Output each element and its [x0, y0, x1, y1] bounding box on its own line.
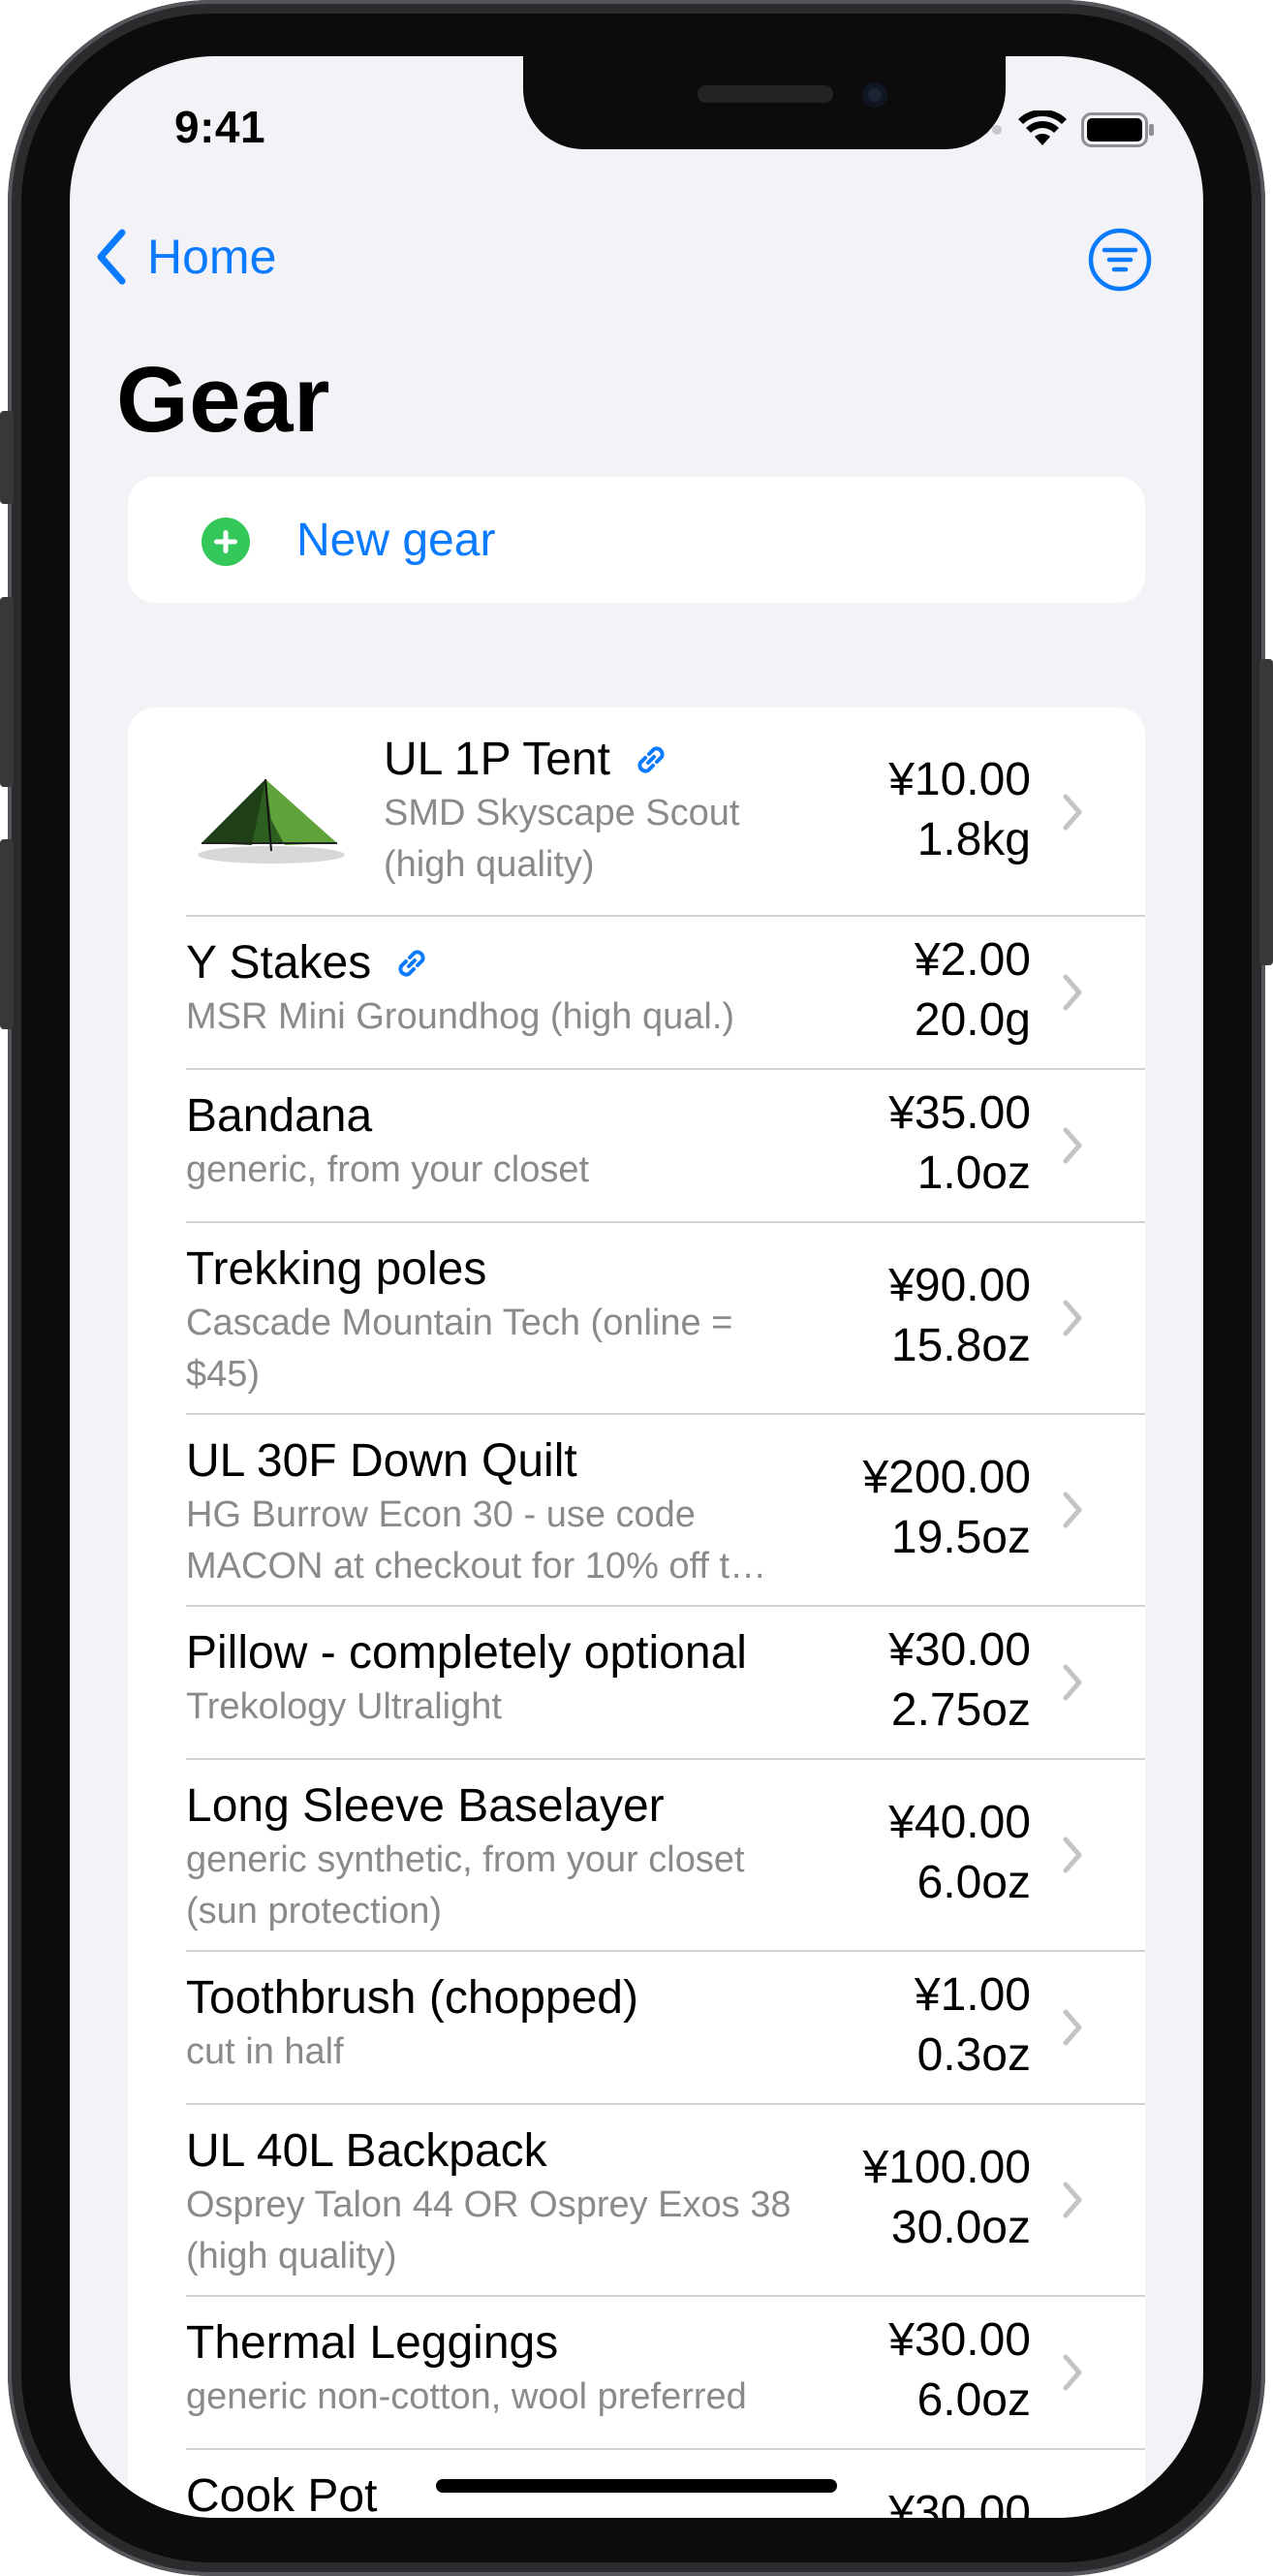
power-button: [1259, 659, 1273, 965]
gear-weight: 2.75oz: [890, 1684, 1031, 1736]
gear-price: ¥100.00: [862, 2142, 1031, 2193]
gear-description: SMD Skyscape Scout (high quality): [384, 793, 740, 885]
chevron-right-icon: [1063, 1492, 1082, 1528]
gear-weight: 1.8kg: [916, 814, 1031, 865]
gear-price: ¥1.00: [914, 1969, 1031, 2021]
filter-button[interactable]: [1087, 227, 1153, 293]
gear-price: ¥35.00: [888, 1087, 1031, 1139]
gear-weight: 15.8oz: [890, 1320, 1031, 1371]
battery-icon: [1081, 112, 1154, 147]
screen: 9:41 Home Gear New gear UL 1P Tent SMD S…: [70, 56, 1203, 2518]
gear-row[interactable]: Long Sleeve Baselayer generic synthetic,…: [128, 1758, 1145, 1950]
gear-weight: 6.0oz: [916, 1857, 1031, 1908]
chevron-right-icon: [1063, 2354, 1082, 2391]
gear-description: Trekology Ultralight: [186, 1686, 502, 1727]
gear-weight: 19.5oz: [890, 1512, 1031, 1563]
gear-price: ¥10.00: [888, 754, 1031, 805]
gear-price: ¥30.00: [888, 2487, 1031, 2518]
mute-switch: [0, 411, 14, 504]
link-icon: [398, 949, 425, 977]
wifi-icon: [1018, 110, 1067, 145]
gear-price: ¥200.00: [862, 1452, 1031, 1503]
gear-name: UL 1P Tent: [384, 733, 816, 786]
chevron-right-icon: [1063, 794, 1082, 831]
home-indicator[interactable]: [436, 2479, 837, 2493]
gear-weight: 30.0oz: [890, 2202, 1031, 2253]
gear-price: ¥90.00: [888, 1260, 1031, 1311]
gear-weight: 6.0oz: [916, 2374, 1031, 2426]
gear-description: HG Burrow Econ 30 - use code MACON at ch…: [186, 1494, 767, 1586]
gear-name: Long Sleeve Baselayer: [186, 1780, 665, 1832]
gear-row[interactable]: UL 30F Down Quilt HG Burrow Econ 30 - us…: [128, 1413, 1145, 1605]
chevron-right-icon: [1063, 1664, 1082, 1701]
gear-row[interactable]: Y Stakes MSR Mini Groundhog (high qual.)…: [128, 915, 1145, 1068]
back-button[interactable]: Home: [95, 227, 276, 287]
gear-name: Bandana: [186, 1090, 373, 1142]
filter-icon: [1088, 228, 1152, 292]
gear-weight: 0.3oz: [916, 2029, 1031, 2081]
gear-name: Y Stakes: [186, 936, 816, 990]
gear-name: Pillow - completely optional: [186, 1627, 747, 1679]
gear-description: Cascade Mountain Tech (online = $45): [186, 1303, 733, 1395]
link-icon: [637, 745, 665, 773]
chevron-right-icon: [1063, 2009, 1082, 2046]
page-title: Gear: [116, 348, 330, 452]
gear-row[interactable]: Bandana generic, from your closet ¥35.00…: [128, 1068, 1145, 1221]
gear-name: UL 40L Backpack: [186, 2125, 547, 2177]
gear-price: ¥2.00: [914, 934, 1031, 986]
gear-description: generic, from your closet: [186, 1149, 590, 1190]
gear-row[interactable]: Toothbrush (chopped) cut in half ¥1.00 0…: [128, 1950, 1145, 2103]
front-camera: [862, 82, 887, 108]
chevron-right-icon: [1063, 974, 1082, 1011]
gear-row[interactable]: Trekking poles Cascade Mountain Tech (on…: [128, 1221, 1145, 1413]
volume-up-button: [0, 597, 14, 787]
tent-thumbnail: [198, 778, 345, 864]
chevron-right-icon: [1063, 2182, 1082, 2218]
chevron-right-icon: [1063, 1300, 1082, 1336]
gear-description: generic non-cotton, wool preferred: [186, 2376, 747, 2417]
gear-name: UL 30F Down Quilt: [186, 1435, 577, 1487]
plus-circle-icon: [202, 518, 250, 566]
gear-row[interactable]: UL 40L Backpack Osprey Talon 44 OR Ospre…: [128, 2103, 1145, 2295]
gear-row[interactable]: Pillow - completely optional Trekology U…: [128, 1605, 1145, 1758]
gear-name: Toothbrush (chopped): [186, 1972, 638, 2024]
status-time: 9:41: [174, 102, 266, 152]
gear-name: Trekking poles: [186, 1243, 487, 1295]
gear-description: Osprey Talon 44 OR Osprey Exos 38 (high …: [186, 2184, 792, 2277]
gear-price: ¥30.00: [888, 1624, 1031, 1676]
new-gear-button[interactable]: New gear: [128, 477, 1145, 603]
gear-row[interactable]: Thermal Leggings generic non-cotton, woo…: [128, 2295, 1145, 2448]
chevron-right-icon: [1063, 1837, 1082, 1873]
notch: [523, 56, 1006, 149]
gear-description: MSR Mini Groundhog (high qual.): [186, 996, 735, 1037]
gear-weight: 20.0g: [914, 994, 1031, 1046]
speaker-grille: [698, 85, 833, 103]
gear-price: ¥30.00: [888, 2314, 1031, 2366]
back-button-label: Home: [147, 230, 277, 284]
volume-down-button: [0, 839, 14, 1029]
gear-description: cut in half: [186, 2031, 344, 2072]
chevron-left-icon: [97, 229, 126, 285]
gear-weight: 1.0oz: [916, 1147, 1031, 1199]
gear-price: ¥40.00: [888, 1797, 1031, 1848]
gear-name: Thermal Leggings: [186, 2317, 559, 2369]
gear-name: Cook Pot: [186, 2470, 378, 2518]
gear-list: UL 1P Tent SMD Skyscape Scout (high qual…: [128, 707, 1145, 2518]
chevron-right-icon: [1063, 1127, 1082, 1164]
gear-description: generic synthetic, from your closet (sun…: [186, 1839, 745, 1932]
new-gear-label: New gear: [296, 514, 496, 566]
gear-row[interactable]: UL 1P Tent SMD Skyscape Scout (high qual…: [128, 707, 1145, 915]
